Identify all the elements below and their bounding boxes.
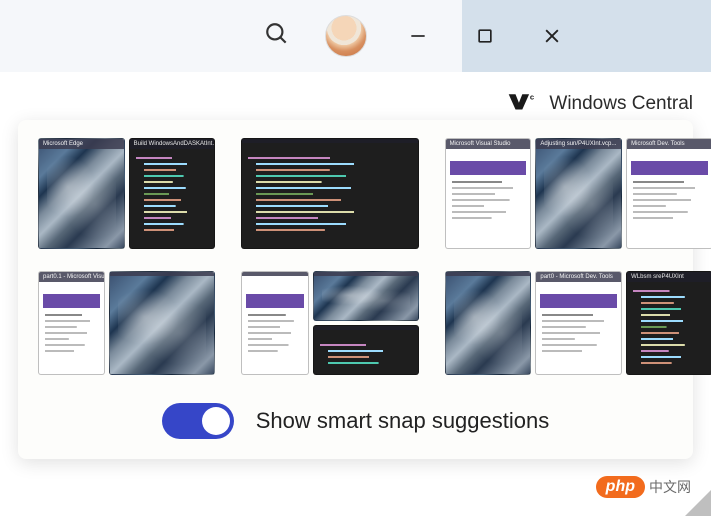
smart-snap-toggle-label: Show smart snap suggestions [256,408,550,434]
snap-pane-thumbnail: part0.1 - Microsoft Visual Studio [38,271,105,375]
search-icon[interactable] [264,21,290,52]
snap-pane-thumbnail: WLbsm sreP4UXInt [626,271,711,375]
php-pill: php [596,476,645,498]
pane-title: Build WindowsAndDASKAtInt.vcp... [130,139,215,149]
pane-title: part0 - Microsoft Dev. Tools [536,272,621,282]
snap-layout-option[interactable]: Microsoft Visual Studio Adjusting sun/P4… [443,136,675,251]
pane-title [110,272,214,276]
pane-title [242,272,307,276]
snap-layout-option[interactable] [239,269,420,377]
watermark-text: Windows Central [549,93,693,115]
pane-title [446,272,531,276]
pane-title [242,139,417,143]
watermark: c Windows Central [507,90,693,118]
snap-pane-thumbnail [313,325,419,375]
user-avatar[interactable] [325,15,367,57]
pane-title [314,326,418,330]
snap-pane-thumbnail [445,271,532,375]
snap-pane-thumbnail [109,271,215,375]
pane-title: Microsoft Visual Studio [446,139,531,149]
snap-layout-option[interactable]: Microsoft Edge Build WindowsAndDASKAtInt… [36,136,217,251]
pane-title: part0.1 - Microsoft Visual Studio [39,272,104,282]
window-titlebar [0,0,711,72]
corner-fold-icon [685,490,711,516]
php-cn-badge: php 中文网 [596,476,691,498]
snap-layout-option[interactable]: part0.1 - Microsoft Visual Studio [36,269,217,377]
snap-layout-grid: Microsoft Edge Build WindowsAndDASKAtInt… [36,136,675,377]
snap-pane-thumbnail [241,271,308,375]
snap-pane-thumbnail: Microsoft Dev. Tools [626,138,711,249]
snap-layout-option[interactable]: part0 - Microsoft Dev. Tools WLbsm sreP4… [443,269,675,377]
toggle-row: Show smart snap suggestions [36,403,675,439]
windows-central-logo-icon: c [507,90,541,118]
maximize-button[interactable] [469,20,501,52]
close-button[interactable] [536,20,568,52]
snap-pane-thumbnail [313,271,419,321]
snap-pane-thumbnail: Microsoft Edge [38,138,125,249]
smart-snap-toggle[interactable] [162,403,234,439]
snap-pane-thumbnail: Microsoft Visual Studio [445,138,532,249]
pane-title: Adjusting sun/P4UXInt.vcp... [536,139,621,149]
svg-text:c: c [530,92,535,101]
pane-title: Microsoft Edge [39,139,124,149]
pane-title [314,272,418,276]
minimize-button[interactable] [402,20,434,52]
snap-pane-thumbnail: Adjusting sun/P4UXInt.vcp... [535,138,622,249]
snap-layout-option[interactable] [239,136,420,251]
pane-title: WLbsm sreP4UXInt [627,272,711,282]
snap-pane-thumbnail [241,138,418,249]
snap-suggestions-panel: Microsoft Edge Build WindowsAndDASKAtInt… [18,120,693,459]
snap-pane-thumbnail: Build WindowsAndDASKAtInt.vcp... [129,138,216,249]
snap-pane-thumbnail: part0 - Microsoft Dev. Tools [535,271,622,375]
pane-title: Microsoft Dev. Tools [627,139,711,149]
